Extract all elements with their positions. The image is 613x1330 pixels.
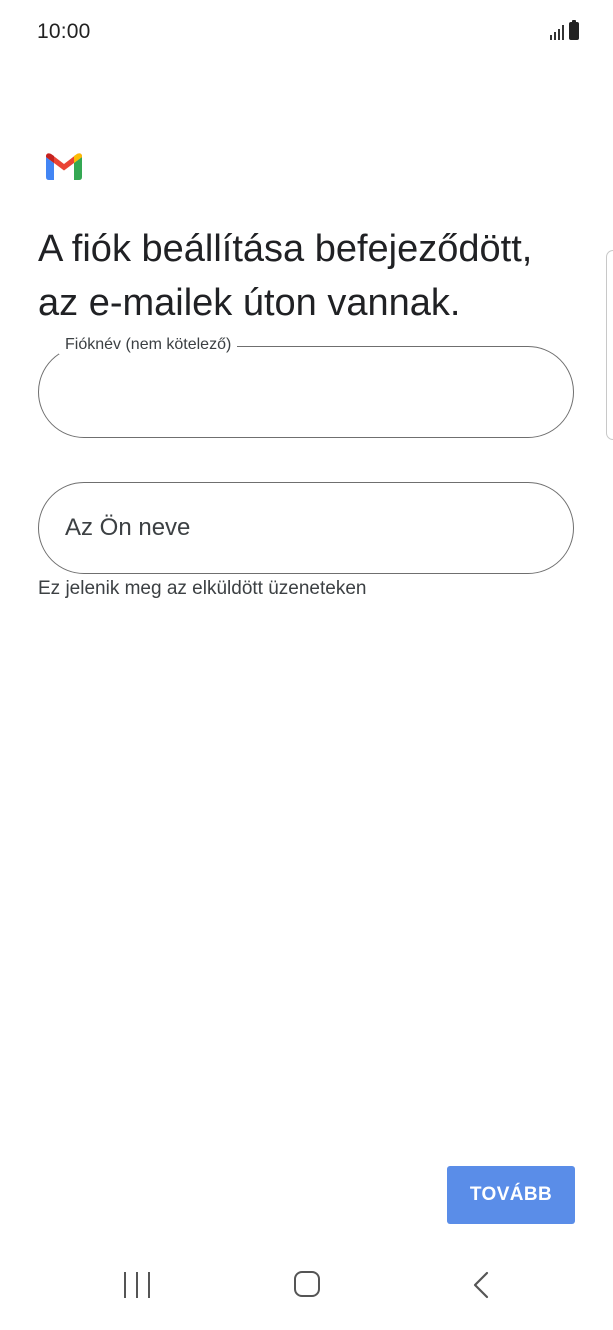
- status-bar: 10:00: [0, 0, 613, 64]
- next-button[interactable]: TOVÁBB: [447, 1166, 575, 1224]
- gmail-logo: [46, 153, 82, 180]
- status-icons: [550, 20, 579, 40]
- account-name-input[interactable]: [65, 347, 545, 437]
- back-icon[interactable]: [470, 1270, 492, 1300]
- edge-panel-handle[interactable]: [606, 250, 613, 440]
- your-name-field[interactable]: [38, 482, 574, 574]
- recents-icon[interactable]: [124, 1272, 150, 1298]
- signal-icon: [550, 24, 564, 40]
- page-title: A fiók beállítása befejeződött, az e-mai…: [38, 228, 533, 324]
- your-name-input[interactable]: [65, 483, 545, 573]
- battery-icon: [569, 20, 579, 40]
- navigation-bar: [0, 1250, 613, 1330]
- home-icon[interactable]: [294, 1271, 320, 1297]
- screen: 10:00 A fiók beállítása befejeződött, az…: [0, 0, 613, 1330]
- your-name-helper-text: Ez jelenik meg az elküldött üzeneteken: [38, 578, 367, 599]
- account-name-field[interactable]: Fióknév (nem kötelező): [38, 336, 574, 438]
- status-time: 10:00: [37, 20, 91, 43]
